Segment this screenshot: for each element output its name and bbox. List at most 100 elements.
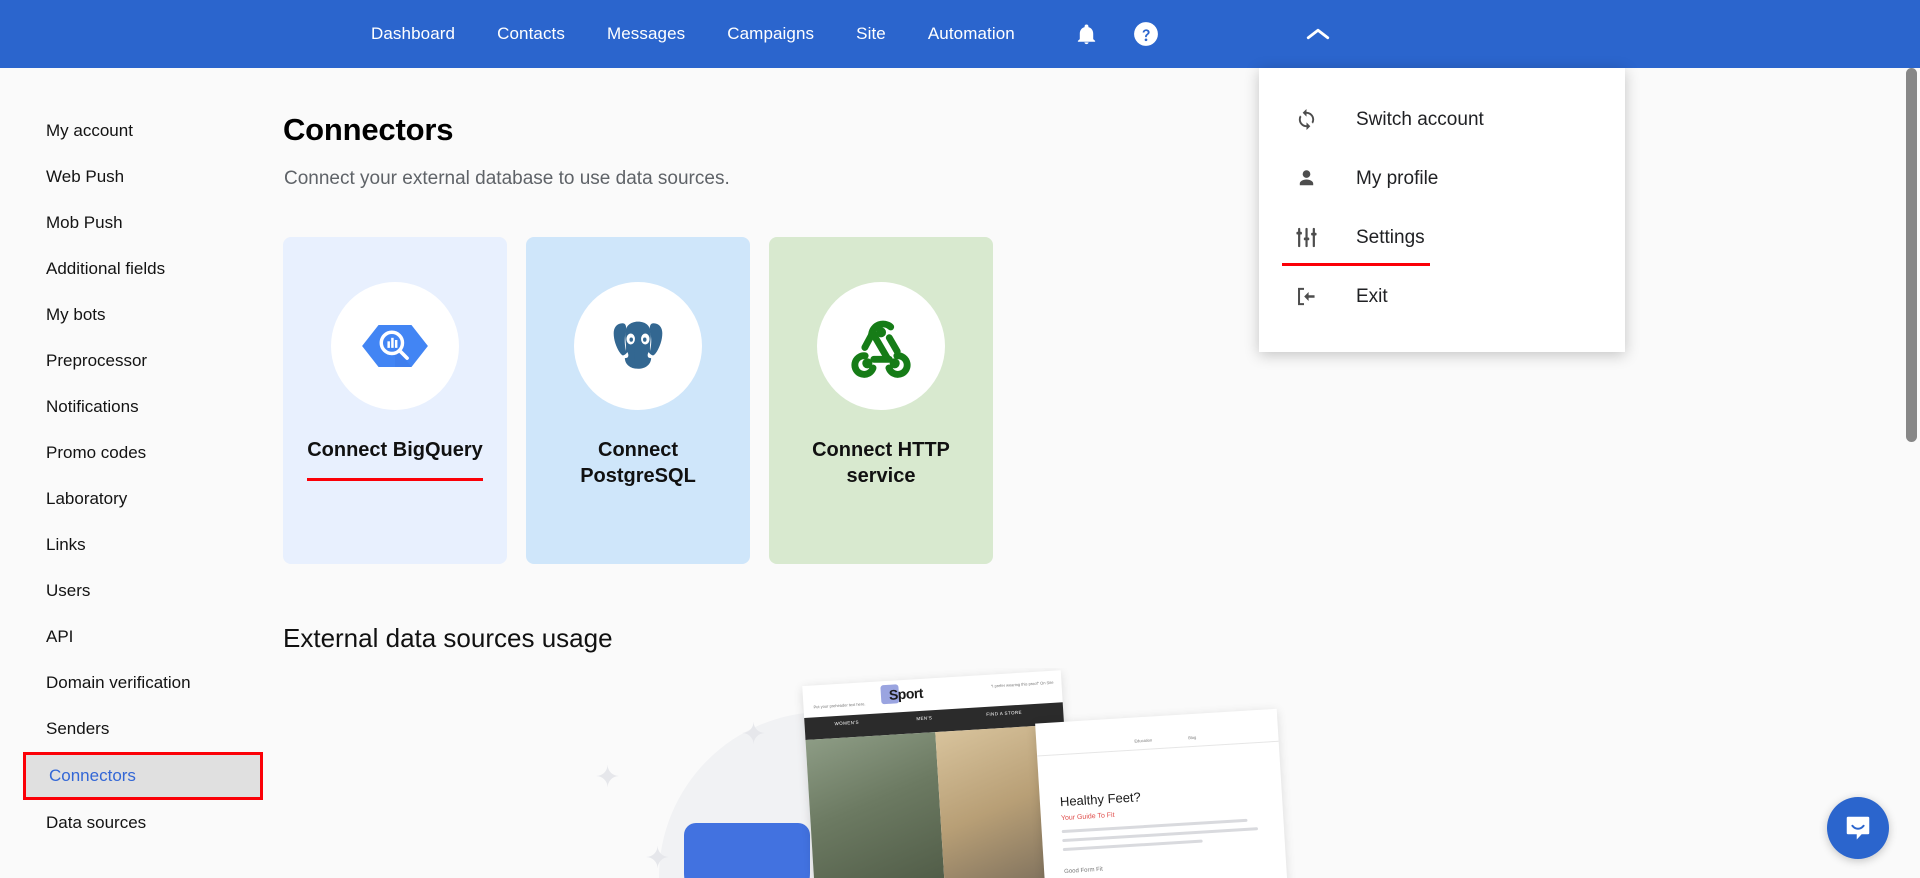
nav-link-messages[interactable]: Messages	[607, 24, 685, 44]
nav-right-actions	[1062, 10, 1920, 58]
settings-highlight-underline	[1282, 263, 1430, 266]
sidebar-item-label: Notifications	[46, 397, 139, 416]
card-logo-circle	[574, 282, 702, 410]
template-text-line	[1062, 839, 1203, 852]
sidebar-item-additional-fields[interactable]: Additional fields	[0, 246, 283, 292]
sidebar-item-mob-push[interactable]: Mob Push	[0, 200, 283, 246]
help-button[interactable]	[1122, 10, 1170, 58]
sidebar-item-my-account[interactable]: My account	[0, 108, 283, 154]
card-logo-circle	[331, 282, 459, 410]
bell-icon	[1077, 23, 1095, 44]
sidebar-item-label: Links	[46, 535, 86, 554]
sidebar-item-label: My bots	[46, 305, 106, 324]
sidebar-item-links[interactable]: Links	[0, 522, 283, 568]
profile-dropdown-menu: Switch account My profile Settings Exit	[1259, 68, 1625, 352]
sidebar-item-api[interactable]: API	[0, 614, 283, 660]
page-title: Connectors	[283, 112, 454, 147]
template-subline: Your Guide To Fit	[1060, 811, 1115, 823]
logout-icon	[1295, 285, 1325, 308]
chat-launcher-button[interactable]	[1827, 797, 1889, 859]
sidebar-item-label: Additional fields	[46, 259, 166, 278]
sidebar-item-label: Promo codes	[46, 443, 147, 462]
sidebar-item-domain-verification[interactable]: Domain verification	[0, 660, 283, 706]
sidebar-item-label: My account	[46, 121, 133, 140]
top-navigation-bar: Dashboard Contacts Messages Campaigns Si…	[0, 0, 1920, 68]
sidebar-item-data-sources[interactable]: Data sources	[0, 800, 283, 846]
nav-link-site[interactable]: Site	[856, 24, 886, 44]
sidebar-item-promo-codes[interactable]: Promo codes	[0, 430, 283, 476]
sidebar-item-label: Users	[46, 581, 91, 600]
bigquery-icon	[362, 324, 428, 368]
person-icon	[1295, 167, 1325, 190]
template-nav-item: MEN'S	[916, 715, 933, 722]
external-data-sources-illustration: ✦ ✦ ✦ Put your preheader text here. "I p…	[573, 668, 1333, 878]
settings-sidebar: My account Web Push Mob Push Additional …	[0, 68, 283, 878]
menu-item-label: Settings	[1356, 226, 1425, 248]
sparkle-icon: ✦	[595, 761, 621, 794]
section-title-external-data-sources-usage: External data sources usage	[283, 623, 613, 653]
sidebar-item-connectors[interactable]: Connectors	[23, 752, 263, 800]
sidebar-item-label: Preprocessor	[46, 351, 148, 370]
card-label: Connect PostgreSQL	[580, 439, 696, 487]
template-nav-item: Blog	[1188, 734, 1197, 741]
sidebar-item-label: Web Push	[46, 167, 125, 186]
nav-link-campaigns[interactable]: Campaigns	[727, 24, 814, 44]
view-online-text: "I prefer wearing this proof" On Site	[990, 679, 1054, 689]
sparkle-icon: ✦	[741, 718, 767, 751]
card-label: Connect HTTP service	[812, 439, 950, 487]
card-logo-circle	[817, 282, 945, 410]
chevron-up-icon	[1306, 28, 1330, 40]
main-content-area: Connectors Connect your external databas…	[283, 68, 1903, 878]
sliders-icon	[1295, 226, 1325, 249]
primary-nav-links: Dashboard Contacts Messages Campaigns Si…	[371, 24, 1015, 44]
scrollbar-thumb[interactable]	[1906, 68, 1917, 442]
sidebar-item-my-bots[interactable]: My bots	[0, 292, 283, 338]
sidebar-item-label: Senders	[46, 719, 110, 738]
menu-item-switch-account[interactable]: Switch account	[1259, 90, 1625, 149]
menu-item-settings[interactable]: Settings	[1259, 208, 1625, 267]
page-subtitle: Connect your external database to use da…	[284, 168, 730, 189]
sidebar-item-preprocessor[interactable]: Preprocessor	[0, 338, 283, 384]
template-cta-text: Good Form Fit	[1064, 866, 1104, 876]
sidebar-item-notifications[interactable]: Notifications	[0, 384, 283, 430]
switch-account-icon	[1295, 108, 1325, 131]
intercom-chat-icon	[1846, 816, 1870, 840]
sidebar-item-web-push[interactable]: Web Push	[0, 154, 283, 200]
template-photo-left	[805, 732, 946, 878]
sidebar-item-label: Domain verification	[46, 673, 191, 692]
connector-card-bigquery[interactable]: Connect BigQuery	[283, 237, 507, 564]
nav-link-automation[interactable]: Automation	[928, 24, 1015, 44]
template-divider	[1037, 740, 1279, 757]
mail-app-shape	[684, 823, 810, 878]
menu-item-my-profile[interactable]: My profile	[1259, 149, 1625, 208]
sidebar-item-label: API	[46, 627, 74, 646]
menu-item-label: My profile	[1356, 167, 1439, 189]
notifications-button[interactable]	[1062, 10, 1110, 58]
card-label: Connect BigQuery	[307, 439, 483, 461]
bigquery-highlight-underline	[307, 478, 483, 481]
connector-card-http-service[interactable]: Connect HTTP service	[769, 237, 993, 564]
nav-link-contacts[interactable]: Contacts	[497, 24, 565, 44]
menu-item-label: Switch account	[1356, 108, 1484, 130]
preheader-text: Put your preheader text here.	[813, 701, 866, 710]
sidebar-item-label: Connectors	[49, 766, 136, 785]
page-scrollbar[interactable]	[1903, 68, 1920, 878]
nav-link-dashboard[interactable]: Dashboard	[371, 24, 455, 44]
connector-card-postgresql[interactable]: Connect PostgreSQL	[526, 237, 750, 564]
account-menu-toggle[interactable]	[1288, 10, 1348, 58]
sparkle-icon: ✦	[645, 842, 671, 875]
email-template-preview-back: Education Blog Healthy Feet? Your Guide …	[1035, 708, 1289, 878]
sidebar-item-label: Mob Push	[46, 213, 123, 232]
sidebar-item-senders[interactable]: Senders	[0, 706, 283, 752]
sidebar-item-label: Laboratory	[46, 489, 128, 508]
webhook-icon	[851, 320, 911, 378]
template-headline: Healthy Feet?	[1059, 789, 1142, 810]
sidebar-item-label: Data sources	[46, 813, 147, 832]
sidebar-item-laboratory[interactable]: Laboratory	[0, 476, 283, 522]
menu-item-exit[interactable]: Exit	[1259, 267, 1625, 326]
menu-item-label: Exit	[1356, 285, 1388, 307]
connector-card-grid: Connect BigQuery Connect PostgreSQL Conn…	[283, 237, 993, 564]
template-nav-item: Education	[1134, 737, 1153, 744]
postgresql-elephant-icon	[613, 321, 663, 369]
sidebar-item-users[interactable]: Users	[0, 568, 283, 614]
